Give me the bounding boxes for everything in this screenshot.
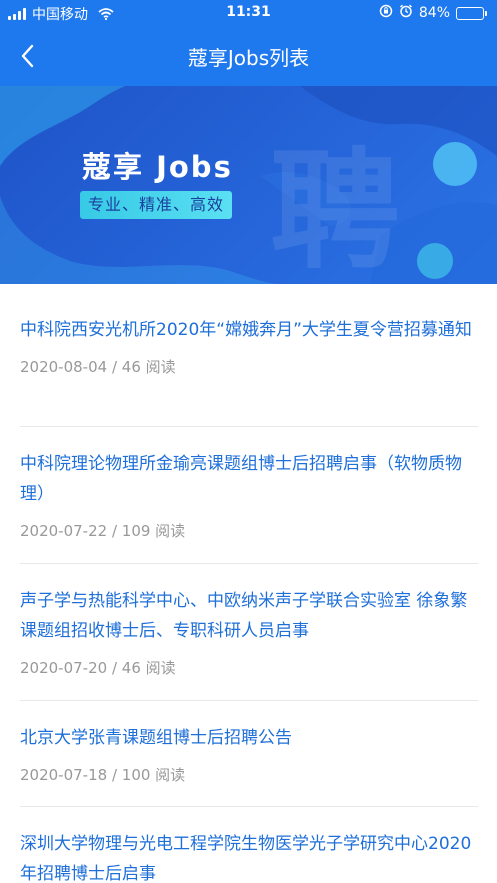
item-date: 2020-08-04 <box>20 358 108 376</box>
list-item[interactable]: 中科院理论物理所金瑜亮课题组博士后招聘启事（软物质物理） 2020-07-22 … <box>20 427 478 564</box>
banner: 聘 蔻享 Jobs 专业、精准、高效 <box>0 86 497 284</box>
item-title[interactable]: 深圳大学物理与光电工程学院生物医学光子学研究中心2020年招聘博士后启事 <box>20 829 478 883</box>
item-title[interactable]: 北京大学张青课题组博士后招聘公告 <box>20 723 478 753</box>
alarm-icon <box>399 4 413 22</box>
jobs-list: 中科院西安光机所2020年“嫦娥奔月”大学生夏令营招募通知 2020-08-04… <box>20 284 478 883</box>
banner-background <box>0 86 497 284</box>
nav-bar: 蔻享Jobs列表 <box>0 28 497 84</box>
orientation-lock-icon <box>379 4 393 22</box>
battery-percent: 84% <box>418 5 450 21</box>
item-views: 46 阅读 <box>121 659 176 677</box>
banner-watermark: 聘 <box>270 135 401 284</box>
list-item[interactable]: 中科院西安光机所2020年“嫦娥奔月”大学生夏令营招募通知 2020-08-04… <box>20 284 478 427</box>
item-meta: 2020-07-18 / 100 阅读 <box>20 766 186 784</box>
header-area: 中国移动 11:31 84% 蔻享Jobs列表 <box>0 0 497 86</box>
item-date: 2020-07-20 <box>20 659 108 677</box>
item-title[interactable]: 声子学与热能科学中心、中欧纳米声子学联合实验室 徐象繁课题组招收博士后、专职科研… <box>20 586 478 646</box>
battery-icon <box>456 6 487 20</box>
item-meta: 2020-08-04 / 46 阅读 <box>20 358 176 376</box>
list-item[interactable]: 北京大学张青课题组博士后招聘公告 2020-07-18 / 100 阅读 <box>20 701 478 807</box>
banner-tagline: 专业、精准、高效 <box>80 191 233 219</box>
list-item[interactable]: 深圳大学物理与光电工程学院生物医学光子学研究中心2020年招聘博士后启事 <box>20 807 478 883</box>
item-views: 109 阅读 <box>121 522 186 540</box>
item-title[interactable]: 中科院理论物理所金瑜亮课题组博士后招聘启事（软物质物理） <box>20 449 478 509</box>
item-views: 100 阅读 <box>121 766 186 784</box>
status-bar: 中国移动 11:31 84% <box>0 0 497 28</box>
item-date: 2020-07-22 <box>20 522 108 540</box>
banner-title: 蔻享 Jobs <box>82 150 233 184</box>
item-views: 46 阅读 <box>121 358 176 376</box>
item-title[interactable]: 中科院西安光机所2020年“嫦娥奔月”大学生夏令营招募通知 <box>20 315 478 345</box>
item-meta: 2020-07-20 / 46 阅读 <box>20 659 176 677</box>
item-date: 2020-07-18 <box>20 766 108 784</box>
item-meta: 2020-07-22 / 109 阅读 <box>20 522 186 540</box>
page-title: 蔻享Jobs列表 <box>187 46 310 70</box>
status-right: 84% <box>379 4 487 22</box>
list-item[interactable]: 声子学与热能科学中心、中欧纳米声子学联合实验室 徐象繁课题组招收博士后、专职科研… <box>20 564 478 701</box>
